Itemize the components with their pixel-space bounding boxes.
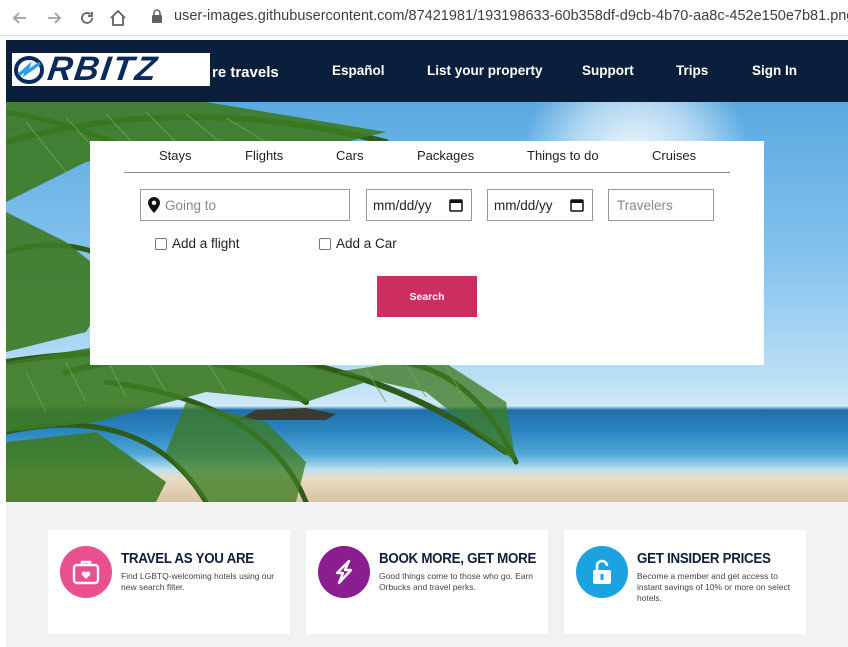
tab-flights[interactable]: Flights [245,148,283,163]
home-icon [110,9,126,26]
tab-packages[interactable]: Packages [417,148,474,163]
forward-arrow-icon [48,12,62,24]
tab-divider [124,172,730,173]
search-button[interactable]: Search [377,276,477,317]
checkin-date-field[interactable]: mm/dd/yy [366,189,472,221]
suitcase-heart-icon [60,546,112,598]
checkout-date-value: mm/dd/yy [494,197,553,213]
promo-description: Become a member and get access to instan… [637,571,791,603]
lock-icon [152,9,162,23]
calendar-icon [449,199,463,212]
travelers-field[interactable] [608,189,714,221]
going-to-input[interactable] [165,197,349,213]
tab-cruises[interactable]: Cruises [652,148,696,163]
promo-description: Find LGBTQ-welcoming hotels using our ne… [121,571,275,592]
promo-card-travel-as-you-are[interactable]: TRAVEL AS YOU ARE Find LGBTQ-welcoming h… [48,530,290,634]
home-button[interactable] [106,6,130,30]
logo-swoosh-icon [14,55,44,84]
promo-card-book-more[interactable]: BOOK MORE, GET MORE Good things come to … [306,530,548,634]
tab-cars[interactable]: Cars [336,148,363,163]
tab-things-to-do[interactable]: Things to do [527,148,599,163]
nav-support[interactable]: Support [582,63,634,78]
orbitz-logo[interactable]: RBITZ [12,53,210,86]
header-tagline: re travels [212,64,279,81]
promo-description: Good things come to those who go. Earn O… [379,571,534,592]
add-car-checkbox[interactable] [319,237,331,250]
address-bar[interactable]: user-images.githubusercontent.com/874219… [174,8,848,24]
nav-espanol[interactable]: Español [332,63,385,78]
logo-text: RBITZ [45,53,161,86]
promo-section: TRAVEL AS YOU ARE Find LGBTQ-welcoming h… [6,502,848,647]
promo-title: BOOK MORE, GET MORE [379,551,537,567]
site-header: RBITZ re travels Español List your prope… [6,40,848,102]
reload-button[interactable] [75,6,99,30]
add-car-label: Add a Car [336,236,397,251]
nav-sign-in[interactable]: Sign In [752,63,797,78]
add-flight-option[interactable]: Add a flight [155,236,240,251]
browser-toolbar: user-images.githubusercontent.com/874219… [0,0,848,36]
forward-button[interactable] [42,6,66,30]
travelers-input[interactable] [617,197,713,213]
orbucks-icon [318,546,370,598]
reload-icon [81,12,93,24]
nav-trips[interactable]: Trips [676,63,708,78]
back-arrow-icon [12,12,26,24]
nav-list-your-property[interactable]: List your property [427,63,543,78]
add-flight-label: Add a flight [172,236,240,251]
promo-title: GET INSIDER PRICES [637,551,771,567]
add-car-option[interactable]: Add a Car [319,236,397,251]
checkin-date-value: mm/dd/yy [373,197,432,213]
promo-card-insider-prices[interactable]: GET INSIDER PRICES Become a member and g… [564,530,806,634]
location-pin-icon [148,197,160,213]
checkout-date-field[interactable]: mm/dd/yy [487,189,593,221]
lock-icon [576,546,628,598]
add-flight-checkbox[interactable] [155,237,167,250]
calendar-icon [570,199,584,212]
search-form: Stays Flights Cars Packages Things to do… [90,141,764,365]
promo-title: TRAVEL AS YOU ARE [121,551,254,567]
going-to-field[interactable] [140,189,350,221]
back-button[interactable] [8,6,32,30]
tab-stays[interactable]: Stays [159,148,192,163]
